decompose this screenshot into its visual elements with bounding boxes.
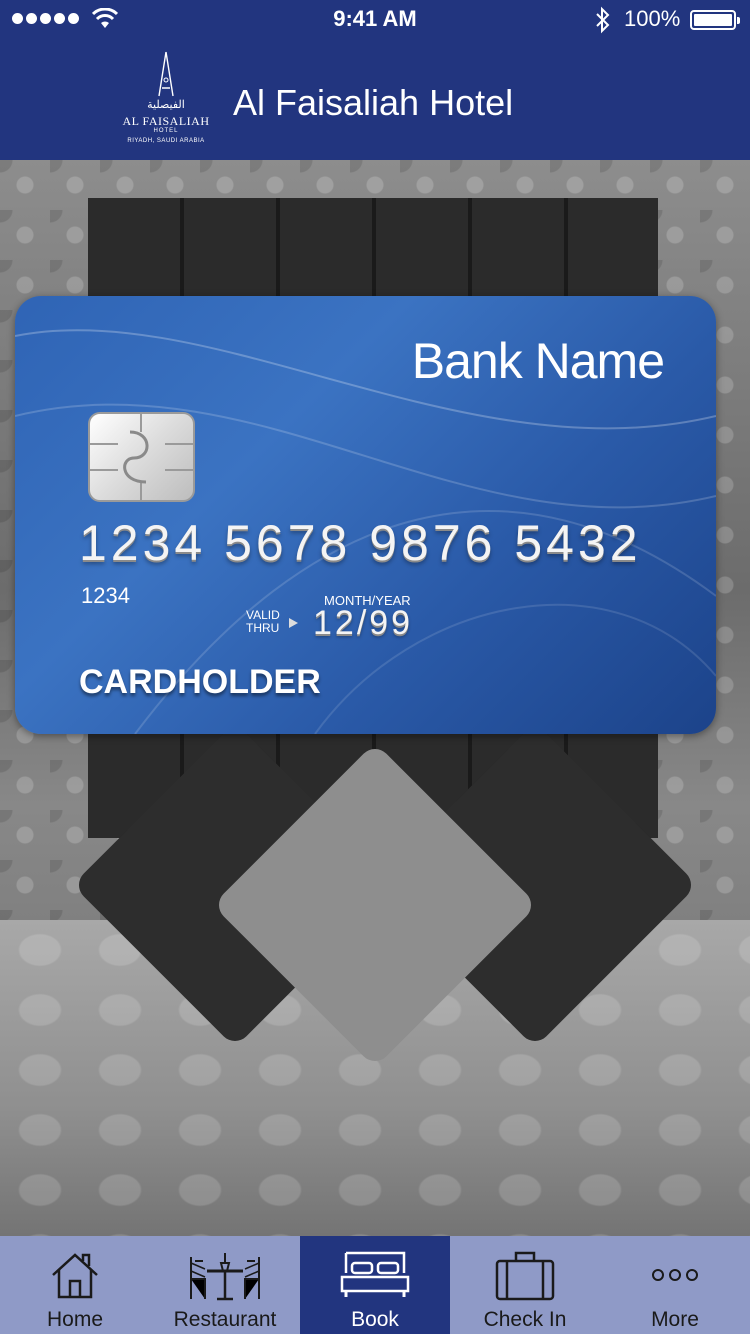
tab-home[interactable]: Home <box>0 1236 150 1334</box>
tab-check-in[interactable]: Check In <box>450 1236 600 1334</box>
card-number: 1234 5678 9876 5432 <box>79 515 642 571</box>
restaurant-icon <box>190 1253 260 1301</box>
bluetooth-icon <box>596 6 610 34</box>
valid-thru-label: VALID THRU <box>246 609 280 635</box>
logo-name: AL FAISALIAH <box>122 114 210 128</box>
battery-percent: 100% <box>624 6 681 31</box>
hotel-logo: الفيصلية AL FAISALIAH HOTEL RIYADH, SAUD… <box>118 50 214 150</box>
tab-restaurant-label: Restaurant <box>173 1308 277 1331</box>
card-expiry: 12/99 <box>313 604 414 642</box>
status-bar: 9:41 AM 100% <box>0 0 750 40</box>
bed-icon <box>340 1251 410 1297</box>
more-dots-icon <box>652 1269 698 1281</box>
tower-logo-icon <box>158 51 174 97</box>
credit-card[interactable]: Bank Name 1234 5678 9876 5432 1234 VALID… <box>15 296 716 734</box>
logo-sub: HOTEL <box>153 128 179 134</box>
logo-city: RIYADH, SAUDI ARABIA <box>127 138 205 144</box>
tab-more-label: More <box>651 1308 699 1331</box>
tab-restaurant[interactable]: Restaurant <box>150 1236 300 1334</box>
tab-book[interactable]: Book <box>300 1236 450 1334</box>
app-title: Al Faisaliah Hotel <box>233 82 514 123</box>
cardholder-name: CARDHOLDER <box>79 663 321 701</box>
suitcase-icon <box>495 1251 555 1301</box>
card-small-number: 1234 <box>81 583 130 608</box>
tab-more[interactable]: More <box>600 1236 750 1334</box>
arrow-right-icon <box>289 618 298 628</box>
battery-icon <box>690 10 740 30</box>
app-header: الفيصلية AL FAISALIAH HOTEL RIYADH, SAUD… <box>0 40 750 160</box>
tab-check-in-label: Check In <box>483 1308 567 1331</box>
tab-home-label: Home <box>46 1308 104 1331</box>
card-chip-icon <box>88 412 195 502</box>
bank-name: Bank Name <box>411 333 665 389</box>
logo-arabic: الفيصلية <box>147 99 185 111</box>
tab-bar: Home Restaurant Book Check In More <box>0 1236 750 1334</box>
home-icon <box>52 1253 98 1299</box>
thru-label: THRU <box>246 621 280 635</box>
tab-book-label: Book <box>351 1308 399 1331</box>
